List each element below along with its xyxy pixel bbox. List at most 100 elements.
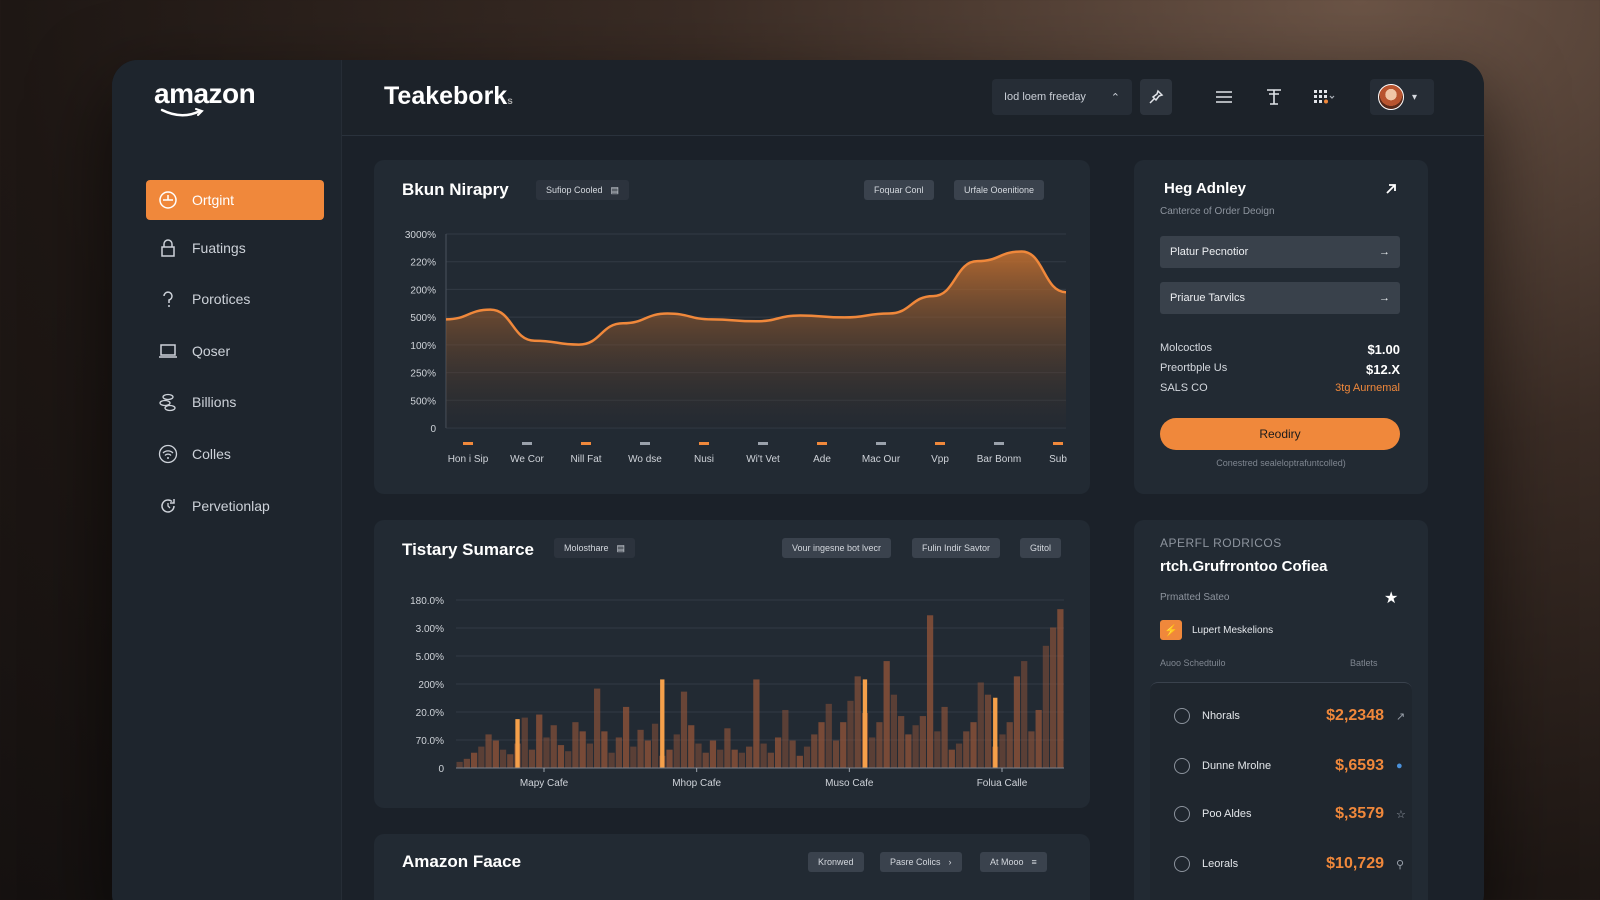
bar [557, 745, 565, 768]
sidebar-item-label: Billions [192, 394, 237, 410]
x-tick-mark [640, 442, 650, 445]
filter-button[interactable] [1258, 79, 1290, 115]
lock-icon [161, 239, 175, 257]
pricing-sub: Prmatted Sateo [1160, 592, 1230, 603]
bar [919, 716, 926, 768]
date-range-label: Iod loem freeday [1004, 91, 1086, 103]
bar-action-1[interactable]: Vour ingesne bot lvecr [782, 538, 892, 558]
star-icon[interactable]: ★ [1384, 588, 1398, 608]
account-title: Heg Adnley [1164, 180, 1246, 197]
x-tick-label: Folua Calle [977, 778, 1028, 789]
bottom-action-2[interactable]: Pasre Colics › [880, 852, 962, 872]
price-value: $,3579 [1335, 805, 1384, 822]
bottom-action-3[interactable]: At Mooo ≡ [980, 852, 1047, 872]
kv-row-2: Preortbple Us $12.X [1160, 362, 1400, 377]
bar [1042, 645, 1050, 768]
bolt-icon: ⚡ [1160, 620, 1182, 640]
menu-icon [1216, 91, 1232, 103]
x-tick-label: Muso Cafe [825, 778, 874, 789]
bar [695, 743, 702, 768]
area-chart-card: Bkun Nirapry Sufiop Cooled ▤ Foquar Conl… [374, 160, 1090, 494]
bar [709, 740, 717, 768]
bar [999, 734, 1006, 768]
bar [666, 749, 673, 768]
bar [789, 740, 796, 768]
bar [955, 743, 963, 768]
bar [977, 682, 984, 768]
bar [825, 703, 832, 768]
bar [811, 734, 818, 768]
date-range-selector[interactable]: Iod loem freeday ⌃ [992, 79, 1132, 115]
ready-button[interactable]: Reodiry [1160, 418, 1400, 450]
price-row[interactable]: Poo Aldes $,3579 ☆ [1174, 799, 1410, 829]
external-link-icon[interactable] [1384, 182, 1398, 196]
bar-chart-filter-chip[interactable]: Molosthare ▤ [554, 538, 636, 558]
bar-chart-card: Tistary Sumarce Molosthare ▤ Vour ingesn… [374, 520, 1090, 808]
bar [572, 722, 579, 768]
x-tick-mark [581, 442, 591, 445]
x-tick-label: Sub [1049, 454, 1067, 465]
area-action-2[interactable]: Urfale Ooenitione [954, 180, 1045, 200]
amazon-face-title: Amazon Faace [402, 852, 522, 871]
sidebar-item-qoser[interactable]: Qoser [146, 331, 324, 371]
price-row[interactable]: Leorals $10,729 ⚲ [1174, 849, 1410, 879]
bar [1006, 722, 1013, 768]
bar [905, 734, 912, 768]
page-title-suffix: s [507, 96, 513, 107]
x-tick-label: Mac Our [862, 454, 901, 465]
question-icon [163, 291, 173, 307]
apps-button[interactable] [1308, 79, 1340, 115]
sidebar-item-colles[interactable]: Colles [146, 434, 324, 474]
highlight-bar [993, 697, 998, 768]
bar [963, 731, 970, 768]
price-row[interactable]: Nhorals $2,2348 ↗ [1174, 701, 1410, 731]
kv-value: $1.00 [1367, 342, 1400, 357]
bar [499, 749, 507, 768]
page-title: Teakeborks [384, 82, 513, 111]
bar [586, 743, 594, 768]
bar [774, 737, 782, 768]
bottom-action-1[interactable]: Kronwed [808, 852, 864, 872]
bar [746, 746, 753, 768]
pin-button[interactable] [1140, 79, 1172, 115]
feature-row[interactable]: ⚡ Lupert Meskelions [1160, 620, 1273, 640]
services-row[interactable]: Priarue Tarvilcs → [1160, 282, 1400, 314]
bar [760, 743, 767, 768]
sidebar-item-ortgint[interactable]: Ortgint [146, 180, 324, 220]
x-tick-mark [463, 442, 473, 445]
profile-menu[interactable]: ▾ [1370, 79, 1434, 115]
bar [796, 755, 803, 768]
search-icon: ⚲ [1396, 858, 1405, 871]
sidebar-item-pervetionlap[interactable]: Pervetionlap [146, 486, 324, 526]
x-tick-label: Wo dse [628, 454, 662, 465]
bar [731, 749, 738, 768]
area-chart-filter-label: Sufiop Cooled [546, 185, 603, 195]
bar-action-2[interactable]: Fulin Indir Savtor [912, 538, 1001, 558]
coins-icon [159, 393, 176, 412]
menu-button[interactable] [1208, 79, 1240, 115]
kv-value: $12.X [1366, 362, 1400, 377]
platform-row[interactable]: Platur Pecnotior → [1160, 236, 1400, 268]
area-chart-filter-chip[interactable]: Sufiop Cooled ▤ [536, 180, 630, 200]
bar-action-3[interactable]: Gtitol [1020, 538, 1062, 558]
brand-logo[interactable]: amazon [154, 78, 256, 110]
price-row[interactable]: Dunne Mrolne $,6593 ● [1174, 751, 1410, 781]
app-window: amazon Teakeborks Iod loem freeday ⌃ ▾ O… [112, 60, 1484, 900]
x-tick-label: Mapy Cafe [520, 778, 569, 789]
bar [528, 749, 536, 768]
account-subtitle: Canterce of Order Deoign [1160, 206, 1275, 217]
sidebar-item-porotices[interactable]: Porotices [146, 279, 324, 319]
chevron-up-icon: ⌃ [1110, 91, 1120, 104]
calendar-icon: ▤ [610, 184, 620, 195]
radio-icon [1174, 806, 1190, 822]
filter-icon [1267, 89, 1281, 105]
area-action-1[interactable]: Foquar Conl [864, 180, 934, 200]
bar [680, 691, 688, 768]
bar [847, 700, 854, 768]
radio-icon [1174, 708, 1190, 724]
feature-label: Lupert Meskelions [1192, 624, 1274, 636]
kv-value: 3tg Aurnemal [1335, 382, 1400, 394]
bar [869, 737, 876, 768]
sidebar-item-billions[interactable]: Billions [146, 382, 324, 422]
sidebar-item-fuatings[interactable]: Fuatings [146, 228, 324, 268]
